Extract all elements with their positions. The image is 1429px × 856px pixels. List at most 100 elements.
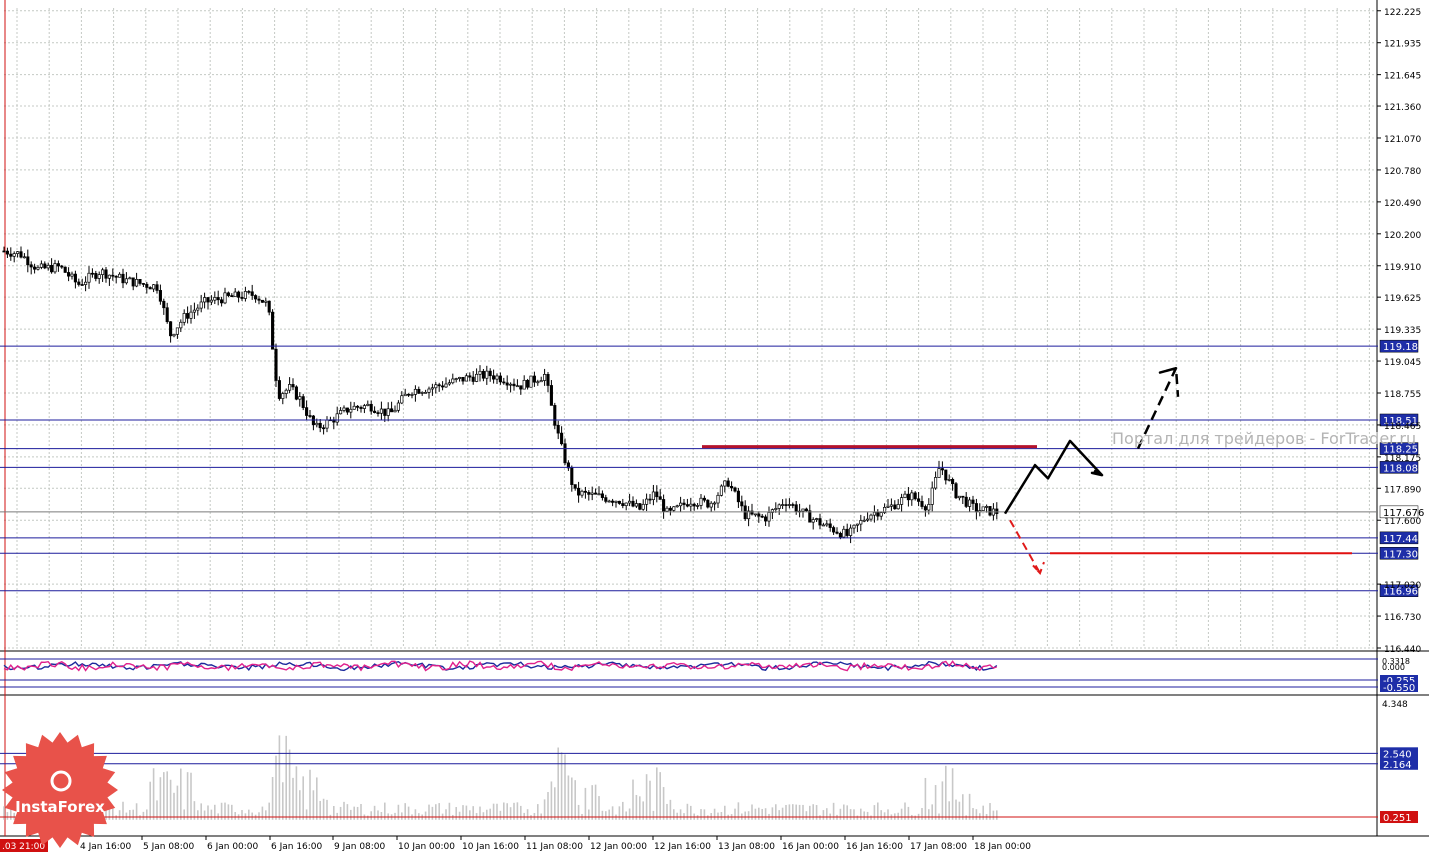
candle-body bbox=[315, 422, 319, 426]
candle-body bbox=[781, 504, 785, 506]
candle-body bbox=[226, 292, 230, 296]
candle-body bbox=[393, 409, 397, 413]
price-tick-label: 118.755 bbox=[1384, 390, 1421, 400]
candle-body bbox=[760, 515, 764, 518]
candle-body bbox=[403, 393, 407, 397]
candle-body bbox=[675, 505, 679, 508]
candle-body bbox=[974, 503, 978, 513]
candle-body bbox=[845, 528, 849, 536]
price-tick-label: 120.780 bbox=[1384, 167, 1421, 177]
time-tick-label: 17 Jan 08:00 bbox=[910, 842, 967, 852]
price-tick-label: 121.645 bbox=[1384, 72, 1421, 82]
candle-body bbox=[169, 321, 173, 337]
candle-body bbox=[957, 495, 961, 499]
candle-body bbox=[679, 502, 683, 507]
candle-body bbox=[56, 263, 60, 267]
candle-body bbox=[828, 523, 832, 528]
price-tick-label: 120.490 bbox=[1384, 199, 1421, 209]
candle-body bbox=[937, 468, 941, 478]
candle-body bbox=[913, 492, 917, 500]
candle-body bbox=[784, 504, 788, 506]
time-axis: .03 21:00 4 Jan 16:00 5 Jan 08:00 6 Jan 00:… bbox=[0, 836, 1031, 852]
time-tick-label: 9 Jan 08:00 bbox=[334, 842, 386, 852]
candle-body bbox=[961, 495, 965, 498]
candle-body bbox=[515, 385, 519, 388]
candle-body bbox=[349, 408, 353, 413]
candle-body bbox=[240, 296, 244, 299]
candle-body bbox=[869, 514, 873, 520]
candle-body bbox=[522, 379, 526, 390]
candle-body bbox=[26, 256, 30, 266]
candle-body bbox=[22, 256, 26, 259]
candle-body bbox=[131, 277, 135, 287]
logo-text: InstaForex bbox=[15, 798, 105, 816]
candle-body bbox=[451, 378, 455, 384]
candle-body bbox=[665, 507, 669, 512]
candle-body bbox=[383, 408, 387, 416]
price-tick-label: 117.600 bbox=[1384, 517, 1421, 527]
candle-body bbox=[250, 291, 254, 296]
oscillator-panel bbox=[0, 658, 1378, 688]
price-tick-label: 119.335 bbox=[1384, 326, 1421, 336]
time-tick-label: 18 Jan 00:00 bbox=[974, 842, 1031, 852]
candle-body bbox=[70, 273, 74, 277]
candle-body bbox=[257, 298, 261, 301]
candle-body bbox=[84, 281, 88, 285]
candle-body bbox=[223, 292, 227, 304]
candle-body bbox=[753, 513, 757, 516]
candle-body bbox=[281, 393, 285, 399]
price-tick-label: 119.910 bbox=[1384, 263, 1421, 273]
price-axis: 119.18118.51118.25118.08117.676117.44117… bbox=[1377, 8, 1424, 824]
candle-body bbox=[488, 370, 492, 377]
instaforex-logo: InstaForex bbox=[2, 732, 118, 848]
candle-body bbox=[77, 281, 81, 285]
candle-body bbox=[838, 532, 842, 538]
candle-body bbox=[968, 499, 972, 507]
candle-body bbox=[53, 263, 57, 273]
candle-body bbox=[563, 443, 567, 464]
candle-body bbox=[896, 504, 900, 510]
candle-body bbox=[145, 283, 149, 288]
candle-body bbox=[726, 480, 730, 487]
candle-body bbox=[481, 370, 485, 379]
candle-body bbox=[485, 370, 489, 379]
candle-body bbox=[308, 415, 312, 417]
candle-body bbox=[794, 504, 798, 513]
candle-body bbox=[427, 388, 431, 393]
candle-body bbox=[706, 499, 710, 508]
price-tick-label: 118.175 bbox=[1384, 454, 1421, 464]
candle-body bbox=[617, 500, 621, 504]
candle-body bbox=[757, 513, 761, 517]
candle-body bbox=[2, 250, 6, 253]
candle-body bbox=[951, 479, 955, 485]
candle-body bbox=[597, 493, 601, 496]
candle-body bbox=[852, 524, 856, 529]
candle-body bbox=[339, 410, 343, 415]
candle-body bbox=[767, 512, 771, 522]
candle-body bbox=[458, 376, 462, 379]
candle-body bbox=[709, 502, 713, 508]
candle-body bbox=[424, 392, 428, 394]
candle-body bbox=[16, 251, 20, 254]
candle-body bbox=[740, 501, 744, 507]
candle-body bbox=[407, 393, 411, 396]
price-tick-label: 121.360 bbox=[1384, 103, 1421, 113]
candle-body bbox=[80, 284, 84, 286]
candle-body bbox=[689, 503, 693, 507]
candle-body bbox=[553, 405, 557, 426]
candle-body bbox=[60, 265, 64, 268]
candle-body bbox=[638, 503, 642, 510]
candle-body bbox=[791, 504, 795, 506]
candle-body bbox=[981, 506, 985, 511]
candle-body bbox=[917, 498, 921, 502]
candle-body bbox=[237, 291, 241, 298]
candle-body bbox=[199, 301, 203, 309]
price-tick-label: 119.625 bbox=[1384, 294, 1421, 304]
watermark: Портал для трейдеров - ForTrader.ru bbox=[1112, 429, 1416, 448]
candle-body bbox=[655, 491, 659, 498]
candle-body bbox=[808, 510, 812, 523]
candle-body bbox=[298, 396, 302, 400]
candle-body bbox=[410, 394, 414, 396]
candle-body bbox=[318, 422, 322, 429]
candle-body bbox=[288, 384, 292, 391]
